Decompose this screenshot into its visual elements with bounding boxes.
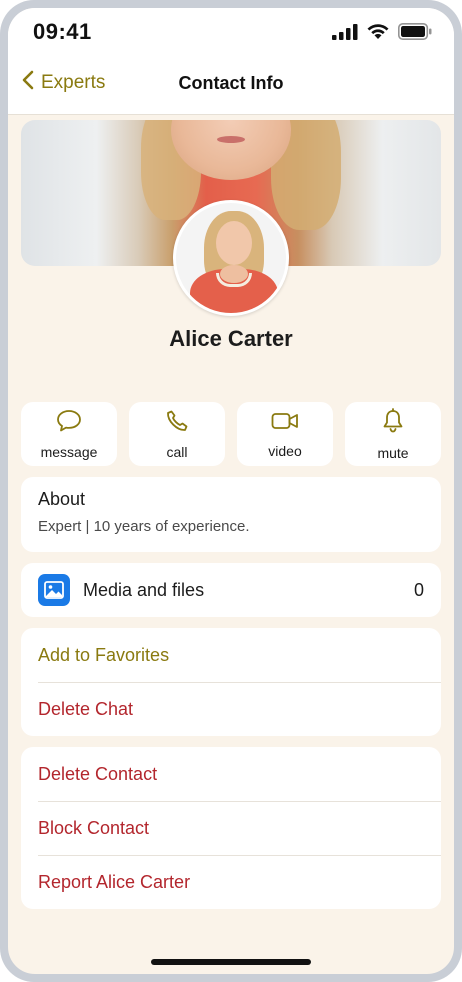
about-card: About Expert | 10 years of experience. <box>21 477 441 552</box>
profile-name: Alice Carter <box>169 326 293 351</box>
screen: 09:41 Experts Contact Info Alice Carter … <box>8 8 454 974</box>
mute-label: mute <box>377 444 409 461</box>
status-bar: 09:41 <box>8 8 454 56</box>
contact-actions-group: Delete Contact Block Contact Report Alic… <box>21 747 441 909</box>
video-button[interactable]: video <box>237 402 333 466</box>
image-icon <box>38 574 70 606</box>
chat-bubble-icon <box>56 409 82 438</box>
delete-chat-button[interactable]: Delete Chat <box>21 682 441 736</box>
status-time: 09:41 <box>33 19 92 44</box>
home-indicator[interactable] <box>151 959 311 965</box>
call-label: call <box>166 443 188 460</box>
mute-button[interactable]: mute <box>345 402 441 466</box>
block-contact-button[interactable]: Block Contact <box>21 801 441 855</box>
status-icons <box>332 23 432 45</box>
media-and-files-row[interactable]: Media and files 0 <box>21 563 441 617</box>
video-label: video <box>268 442 302 459</box>
video-camera-icon <box>271 410 299 437</box>
bell-icon <box>381 407 405 439</box>
about-title: About <box>38 489 86 509</box>
cellular-signal-icon <box>332 23 358 45</box>
avatar[interactable] <box>173 200 289 316</box>
media-label: Media and files <box>83 579 205 600</box>
add-to-favorites-button[interactable]: Add to Favorites <box>21 628 441 682</box>
call-button[interactable]: call <box>129 402 225 466</box>
media-count: 0 <box>413 579 424 600</box>
about-text: Expert | 10 years of experience. <box>38 518 250 535</box>
report-contact-button[interactable]: Report Alice Carter <box>21 855 441 909</box>
wifi-icon <box>366 23 390 45</box>
battery-icon <box>398 23 432 45</box>
message-button[interactable]: message <box>21 402 117 466</box>
phone-icon <box>165 409 189 438</box>
page-title: Contact Info <box>178 73 284 93</box>
chat-actions-group: Add to Favorites Delete Chat <box>21 628 441 736</box>
delete-contact-button[interactable]: Delete Contact <box>21 747 441 801</box>
device-frame: 09:41 Experts Contact Info Alice Carter … <box>0 0 462 982</box>
action-buttons: message call video mute <box>21 402 441 466</box>
message-label: message <box>40 443 98 460</box>
navigation-bar: Experts Contact Info <box>8 64 454 104</box>
